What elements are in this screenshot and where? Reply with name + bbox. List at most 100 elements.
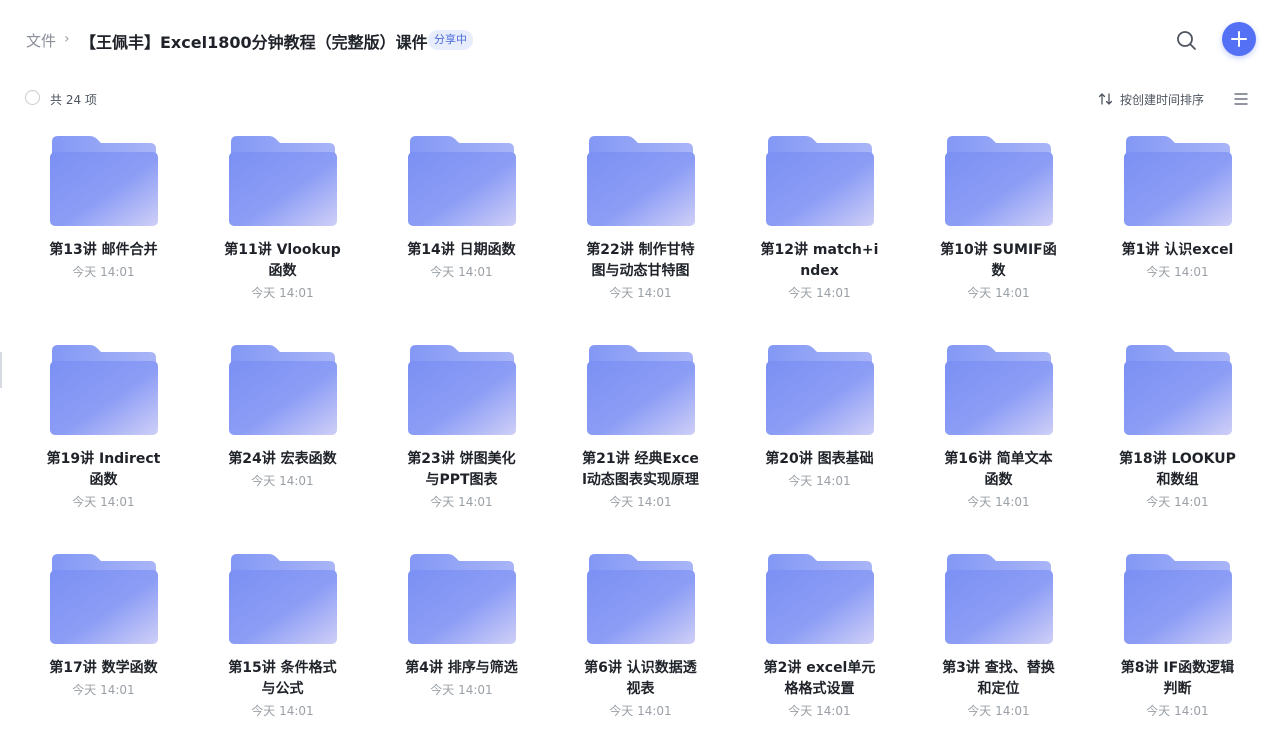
folder-timestamp: 今天 14:01 [788,474,851,488]
folder-timestamp: 今天 14:01 [609,286,672,300]
folder-item[interactable]: 第19讲 Indirect函数 今天 14:01 [14,339,193,548]
folder-item[interactable]: 第13讲 邮件合并 今天 14:01 [14,130,193,339]
folder-item[interactable]: 第12讲 match+index 今天 14:01 [730,130,909,339]
folder-icon [586,136,695,226]
folder-icon [765,136,874,226]
folder-timestamp: 今天 14:01 [609,704,672,718]
folder-item[interactable]: 第15讲 条件格式与公式 今天 14:01 [193,548,372,744]
folder-name: 第12讲 match+index [760,242,879,279]
folder-name: 第2讲 excel单元格格式设置 [763,660,876,697]
folder-name: 第23讲 饼图美化与PPT图表 [407,451,516,488]
sort-arrows-icon [1098,93,1113,105]
folder-icon [944,345,1053,435]
folder-item[interactable]: 第16讲 简单文本函数 今天 14:01 [909,339,1088,548]
folder-timestamp: 今天 14:01 [788,704,851,718]
folder-icon [228,345,337,435]
folder-icon [228,554,337,644]
resize-handle[interactable] [0,352,2,388]
folder-icon [407,136,516,226]
folder-item[interactable]: 第22讲 制作甘特图与动态甘特图 今天 14:01 [551,130,730,339]
folder-name: 第18讲 LOOKUP和数组 [1119,451,1236,488]
folder-timestamp: 今天 14:01 [967,495,1030,509]
select-all-checkbox[interactable] [25,90,40,105]
folder-item[interactable]: 第21讲 经典Excel动态图表实现原理 今天 14:01 [551,339,730,548]
folder-item[interactable]: 第4讲 排序与筛选 今天 14:01 [372,548,551,744]
folder-icon [407,554,516,644]
list-view-icon [1234,93,1248,105]
view-toggle-button[interactable] [1232,90,1250,108]
folder-timestamp: 今天 14:01 [1146,265,1209,279]
folder-icon [1123,554,1232,644]
folder-icon [944,554,1053,644]
folder-icon [765,345,874,435]
folder-icon [49,554,158,644]
folder-timestamp: 今天 14:01 [1146,495,1209,509]
folder-timestamp: 今天 14:01 [967,286,1030,300]
folder-item[interactable]: 第23讲 饼图美化与PPT图表 今天 14:01 [372,339,551,548]
folder-name: 第14讲 日期函数 [407,242,516,258]
folder-icon [49,136,158,226]
folder-timestamp: 今天 14:01 [788,286,851,300]
header-bar: 文件 › 【王佩丰】Excel1800分钟教程（完整版）课件 分享中 [0,0,1280,80]
folder-icon [586,554,695,644]
folder-item[interactable]: 第24讲 宏表函数 今天 14:01 [193,339,372,548]
folder-timestamp: 今天 14:01 [430,495,493,509]
folder-grid: 第13讲 邮件合并 今天 14:01 第11讲 Vlookup函数 今天 14:… [14,130,1268,744]
folder-timestamp: 今天 14:01 [1146,704,1209,718]
folder-timestamp: 今天 14:01 [72,495,135,509]
add-button[interactable] [1222,22,1256,56]
item-count: 共 24 项 [50,93,97,107]
sharing-status-badge: 分享中 [428,30,473,50]
folder-timestamp: 今天 14:01 [967,704,1030,718]
folder-name: 第17讲 数学函数 [49,660,158,676]
folder-name: 第19讲 Indirect函数 [46,451,161,488]
folder-item[interactable]: 第2讲 excel单元格格式设置 今天 14:01 [730,548,909,744]
folder-name: 第20讲 图表基础 [765,451,874,467]
folder-item[interactable]: 第6讲 认识数据透视表 今天 14:01 [551,548,730,744]
folder-item[interactable]: 第18讲 LOOKUP和数组 今天 14:01 [1088,339,1267,548]
folder-name: 第21讲 经典Excel动态图表实现原理 [582,451,699,488]
folder-item[interactable]: 第3讲 查找、替换和定位 今天 14:01 [909,548,1088,744]
folder-item[interactable]: 第17讲 数学函数 今天 14:01 [14,548,193,744]
plus-icon [1231,31,1247,47]
folder-name: 第16讲 简单文本函数 [944,451,1053,488]
folder-item[interactable]: 第14讲 日期函数 今天 14:01 [372,130,551,339]
folder-name: 第13讲 邮件合并 [49,242,158,258]
search-icon [1177,31,1196,50]
folder-timestamp: 今天 14:01 [72,683,135,697]
folder-name: 第24讲 宏表函数 [228,451,337,467]
folder-icon [586,345,695,435]
file-browser-page: 文件 › 【王佩丰】Excel1800分钟教程（完整版）课件 分享中 共 24 … [0,0,1280,744]
folder-icon [765,554,874,644]
folder-timestamp: 今天 14:01 [251,474,314,488]
folder-timestamp: 今天 14:01 [609,495,672,509]
folder-name: 第22讲 制作甘特图与动态甘特图 [586,242,695,279]
breadcrumb-root[interactable]: 文件 [26,30,56,51]
page-title: 【王佩丰】Excel1800分钟教程（完整版）课件 [80,33,428,52]
folder-item[interactable]: 第10讲 SUMIF函数 今天 14:01 [909,130,1088,339]
search-button[interactable] [1174,28,1200,54]
folder-name: 第1讲 认识excel [1121,242,1234,258]
folder-item[interactable]: 第1讲 认识excel 今天 14:01 [1088,130,1267,339]
folder-icon [1123,136,1232,226]
folder-icon [407,345,516,435]
folder-item[interactable]: 第20讲 图表基础 今天 14:01 [730,339,909,548]
folder-timestamp: 今天 14:01 [251,704,314,718]
folder-name: 第11讲 Vlookup函数 [224,242,341,279]
folder-name: 第3讲 查找、替换和定位 [942,660,1055,697]
folder-icon [1123,345,1232,435]
folder-item[interactable]: 第11讲 Vlookup函数 今天 14:01 [193,130,372,339]
folder-name: 第15讲 条件格式与公式 [228,660,337,697]
folder-icon [228,136,337,226]
sort-button[interactable]: 按创建时间排序 [1098,90,1204,108]
folder-icon [944,136,1053,226]
folder-name: 第4讲 排序与筛选 [405,660,518,676]
folder-timestamp: 今天 14:01 [72,265,135,279]
folder-timestamp: 今天 14:01 [430,683,493,697]
folder-timestamp: 今天 14:01 [430,265,493,279]
folder-icon [49,345,158,435]
folder-timestamp: 今天 14:01 [251,286,314,300]
folder-item[interactable]: 第8讲 IF函数逻辑判断 今天 14:01 [1088,548,1267,744]
breadcrumb-separator-icon: › [64,31,70,47]
folder-name: 第10讲 SUMIF函数 [940,242,1057,279]
